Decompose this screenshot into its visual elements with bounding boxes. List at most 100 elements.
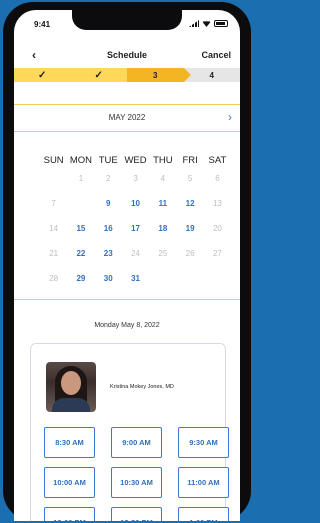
day-number: 16 xyxy=(103,224,113,233)
day-number: 17 xyxy=(131,224,140,233)
day-number: 21 xyxy=(49,249,59,258)
step-2: ✓ xyxy=(70,68,127,82)
checkmark-icon: ✓ xyxy=(94,69,103,81)
calendar-day: 5 xyxy=(176,174,203,183)
time-slot-button[interactable]: 1:00 PM xyxy=(178,507,229,521)
checkmark-icon: ✓ xyxy=(38,69,47,81)
day-number: 23 xyxy=(103,249,113,258)
wifi-icon xyxy=(202,21,211,27)
day-number: 29 xyxy=(76,274,86,283)
day-number: 22 xyxy=(76,249,86,258)
calendar-day[interactable]: 29 xyxy=(67,274,94,283)
status-icons xyxy=(189,20,228,27)
day-number: 6 xyxy=(215,174,220,183)
nav-bar: ‹ Schedule Cancel xyxy=(14,48,240,64)
day-number: 7 xyxy=(51,199,56,208)
calendar-day: 21 xyxy=(40,249,67,258)
calendar-grid: SUN MON TUE WED THU FRI SAT 1 2 3 4 5 6 7 8 9 10 11 12 13 1… xyxy=(40,155,227,291)
calendar-days: 1 2 3 4 5 6 7 8 9 10 11 12 13 14 15 16 17 18 19 20 21 22 23 24 2… xyxy=(40,166,222,291)
calendar-day: 3 xyxy=(122,174,149,183)
time-slot-button[interactable]: 10:00 AM xyxy=(44,467,95,498)
day-number: 3 xyxy=(133,174,138,183)
calendar-day: 7 xyxy=(40,199,67,208)
step-3: 3 xyxy=(127,68,190,82)
calendar-day: 13 xyxy=(204,199,231,208)
day-number: 14 xyxy=(49,224,59,233)
calendar-day: 1 xyxy=(67,174,94,183)
calendar-day[interactable]: 31 xyxy=(122,274,149,283)
time-slot-button[interactable]: 8:30 AM xyxy=(44,427,95,458)
weekday-label: SAT xyxy=(208,155,227,166)
day-number: 11 xyxy=(158,199,168,208)
calendar-day: 27 xyxy=(204,249,231,258)
day-number: 13 xyxy=(212,199,222,208)
weekday-label: THU xyxy=(153,155,173,166)
day-number: 5 xyxy=(187,174,193,183)
calendar-day[interactable]: 22 xyxy=(67,249,94,258)
day-number: 26 xyxy=(185,249,195,258)
time-slot-button[interactable]: 11:00 AM xyxy=(178,467,229,498)
calendar-day: 28 xyxy=(40,274,67,283)
progress-steps: ✓ ✓ 3 4 xyxy=(14,68,240,82)
calendar-day[interactable]: 15 xyxy=(67,224,94,233)
step-number: 3 xyxy=(153,70,158,80)
day-number: 2 xyxy=(106,174,111,183)
time-slot-button[interactable]: 10:30 AM xyxy=(111,467,162,498)
calendar-day[interactable]: 19 xyxy=(176,224,203,233)
calendar-day: 20 xyxy=(204,224,231,233)
selected-date-label: Monday May 8, 2022 xyxy=(94,322,160,329)
calendar-week: 28 29 30 31 xyxy=(40,266,222,291)
calendar-day[interactable]: 11 xyxy=(149,199,176,208)
day-number: 1 xyxy=(78,174,84,183)
day-number: 27 xyxy=(212,249,222,258)
calendar-day[interactable]: 18 xyxy=(149,224,176,233)
weekday-header: SUN MON TUE WED THU FRI SAT xyxy=(40,155,227,166)
day-number: 4 xyxy=(160,174,166,183)
next-month-chevron-icon[interactable]: › xyxy=(228,110,232,124)
day-number: 15 xyxy=(76,224,86,233)
time-slot-button[interactable]: 12:30 PM xyxy=(111,507,162,521)
step-1: ✓ xyxy=(14,68,71,82)
signal-icon xyxy=(189,20,199,27)
step-4: 4 xyxy=(183,68,240,82)
provider-card: Kristina Mokey Jones, MD 8:30 AM 9:00 AM 9… xyxy=(30,343,229,521)
time-slot-button[interactable]: 9:00 AM xyxy=(111,427,162,458)
calendar-day: 6 xyxy=(204,174,231,183)
section-divider xyxy=(14,299,240,300)
time-slot-button[interactable]: 12:00 PM xyxy=(44,507,95,521)
calendar-week: 14 15 16 17 18 19 20 xyxy=(40,216,222,241)
time-slot-button[interactable]: 9:30 AM xyxy=(178,427,229,458)
calendar-day[interactable]: 17 xyxy=(122,224,149,233)
day-number: 18 xyxy=(158,224,168,233)
day-number: 8 xyxy=(78,199,84,208)
day-number: 9 xyxy=(106,199,111,208)
day-number: 19 xyxy=(185,224,195,233)
day-number: 24 xyxy=(131,249,140,258)
weekday-label: MON xyxy=(69,155,93,166)
calendar-week: 7 8 9 10 11 12 13 xyxy=(40,191,222,216)
calendar-day: 24 xyxy=(122,249,149,258)
calendar-day: 14 xyxy=(40,224,67,233)
weekday-label: WED xyxy=(124,155,147,166)
calendar-day[interactable]: 9 xyxy=(95,199,122,208)
calendar-day[interactable]: 12 xyxy=(176,199,203,208)
weekday-label: FRI xyxy=(182,155,198,166)
phone-frame: 9:41 ‹ Schedule Cancel ✓ ✓ 3 4 MAY 2022 › S… xyxy=(3,2,251,521)
cancel-button[interactable]: Cancel xyxy=(201,50,231,60)
calendar-day[interactable]: 23 xyxy=(95,249,122,258)
day-number: 20 xyxy=(212,224,222,233)
day-number: 25 xyxy=(158,249,168,258)
provider-name: Kristina Mokey Jones, MD xyxy=(110,384,174,390)
device-notch xyxy=(72,10,182,30)
calendar-day: 26 xyxy=(176,249,203,258)
selected-day[interactable]: 8 xyxy=(67,194,94,213)
calendar-day[interactable]: 30 xyxy=(95,274,122,283)
calendar-day: 25 xyxy=(149,249,176,258)
day-number: 30 xyxy=(103,274,113,283)
calendar-day[interactable]: 16 xyxy=(95,224,122,233)
calendar-day[interactable]: 10 xyxy=(122,199,149,208)
calendar-week: 1 2 3 4 5 6 xyxy=(40,166,222,191)
day-number: 31 xyxy=(131,274,140,283)
month-bar: MAY 2022 › xyxy=(14,104,240,132)
calendar-day: 4 xyxy=(149,174,176,183)
